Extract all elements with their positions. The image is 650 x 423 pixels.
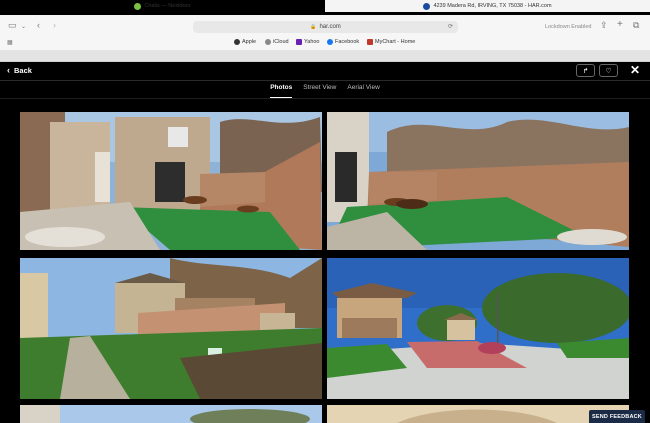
clubhouse-photo — [327, 258, 629, 399]
photo-thumbnail[interactable] — [20, 405, 322, 423]
reload-icon[interactable]: ⟳ — [448, 23, 453, 30]
bookmark-label: Facebook — [335, 39, 360, 45]
tab-nextdoor[interactable]: Chalis — Nextdoor — [0, 0, 325, 12]
new-tab-icon[interactable]: + — [617, 20, 623, 30]
close-icon: ✕ — [630, 63, 641, 77]
chevron-down-icon[interactable]: ⌄ — [21, 22, 26, 32]
bookmark-mychart[interactable]: MyChart - Home — [367, 39, 415, 45]
bookmark-icloud[interactable]: iCloud — [265, 39, 289, 45]
heart-icon: ♡ — [605, 67, 612, 75]
address-bar-text: har.com — [319, 24, 341, 30]
yahoo-icon — [296, 39, 302, 45]
share-button[interactable]: ↱ — [576, 64, 595, 77]
grid-icon[interactable]: ▦ — [7, 38, 13, 48]
facebook-icon — [327, 39, 333, 45]
tab-har[interactable]: 4239 Madera Rd, IRVING, TX 75038 - HAR.c… — [325, 0, 650, 12]
photo-thumbnail[interactable] — [327, 112, 629, 250]
bookmark-label: MyChart - Home — [375, 39, 416, 45]
share-icon[interactable]: ⇪ — [600, 20, 608, 30]
favorite-button[interactable]: ♡ — [599, 64, 618, 77]
chevron-left-icon: ‹ — [7, 65, 10, 75]
mychart-icon — [367, 39, 373, 45]
nextdoor-icon — [134, 2, 142, 10]
bookmark-label: iCloud — [273, 39, 289, 45]
share-arrow-icon: ↱ — [582, 67, 589, 75]
tab-photos[interactable]: Photos — [270, 84, 293, 98]
apple-icon — [234, 39, 240, 45]
photo-thumbnail[interactable] — [327, 405, 629, 423]
tab-street-view[interactable]: Street View — [303, 84, 336, 98]
photo-thumbnail[interactable] — [20, 258, 322, 399]
bookmark-facebook[interactable]: Facebook — [327, 39, 359, 45]
back-arrow-icon[interactable]: ‹ — [37, 20, 40, 30]
photo-thumbnail[interactable] — [327, 258, 629, 399]
courtyard-photo-1 — [20, 112, 322, 250]
bookmark-yahoo[interactable]: Yahoo — [296, 39, 320, 45]
tab-aerial-view[interactable]: Aerial View — [347, 84, 379, 98]
sidebar-icon[interactable]: ▭ — [8, 20, 17, 30]
icloud-icon — [265, 39, 271, 45]
viewer-header — [0, 62, 650, 80]
lock-icon: 🔒 — [310, 24, 317, 30]
side-yard-photo — [20, 258, 322, 399]
lockdown-status: Lockdown Enabled — [545, 24, 592, 30]
bookmark-label: Apple — [242, 39, 257, 45]
back-label: Back — [14, 65, 32, 75]
bookmark-label: Yahoo — [304, 39, 320, 45]
send-feedback-button[interactable]: SEND FEEDBACK — [589, 410, 645, 423]
tab-overview-icon[interactable]: ⧉ — [633, 20, 639, 30]
back-button[interactable]: ‹ Back — [7, 65, 32, 75]
photo-partial-5 — [20, 405, 322, 423]
tab-label: 4239 Madera Rd, IRVING, TX 75038 - HAR.c… — [433, 3, 552, 9]
courtyard-photo-2 — [327, 112, 629, 250]
bookmarks-bar — [0, 36, 650, 50]
forward-arrow-icon[interactable]: › — [53, 20, 56, 30]
close-button[interactable]: ✕ — [630, 63, 640, 77]
photo-partial-6 — [327, 405, 629, 423]
tabs-divider — [0, 98, 650, 99]
har-icon — [423, 2, 431, 10]
header-divider — [0, 80, 650, 81]
view-tabs: Photos Street View Aerial View — [0, 84, 650, 98]
photo-thumbnail[interactable] — [20, 112, 322, 250]
browser-tabs — [0, 50, 650, 62]
bookmark-apple[interactable]: Apple — [234, 39, 256, 45]
address-bar[interactable]: 🔒 har.com ⟳ — [193, 21, 458, 33]
tab-label: Chalis — Nextdoor — [144, 3, 191, 9]
